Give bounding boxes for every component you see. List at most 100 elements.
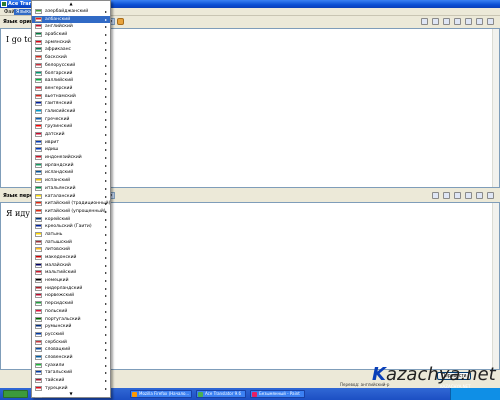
submenu-arrow-icon: ▸ <box>104 378 107 383</box>
language-item[interactable]: английский ▸ <box>32 23 110 31</box>
submenu-arrow-icon: ▸ <box>104 316 107 322</box>
clear-icon[interactable] <box>443 18 450 25</box>
menu-scroll-up[interactable]: ▲ <box>32 1 110 7</box>
flag-icon <box>35 147 42 153</box>
language-item[interactable]: гаитянский ▸ <box>32 100 110 108</box>
copy-icon[interactable] <box>465 192 472 199</box>
source-scrollbar[interactable] <box>492 29 499 187</box>
language-item[interactable]: галисийский ▸ <box>32 108 110 116</box>
flag-icon <box>35 62 42 68</box>
speak-icon[interactable] <box>487 192 494 199</box>
language-item[interactable]: тагальский ▸ <box>32 369 110 377</box>
save-icon[interactable] <box>432 192 439 199</box>
flag-icon <box>35 293 42 299</box>
language-name: македонский <box>45 255 77 260</box>
taskbar-item-firefox[interactable]: Mozilla Firefox (Начало... <box>130 390 192 398</box>
flag-icon <box>35 324 42 330</box>
language-item[interactable]: сербский ▸ <box>32 339 110 347</box>
language-name: вьетнамский <box>45 93 76 99</box>
language-item[interactable]: русский ▸ <box>32 331 110 339</box>
language-item[interactable]: итальянский ▸ <box>32 185 110 193</box>
language-item[interactable]: исландский ▸ <box>32 169 110 177</box>
menu-scroll-down[interactable]: ▼ <box>32 391 110 397</box>
language-name: румынский <box>45 324 72 330</box>
language-item[interactable]: болгарский ▸ <box>32 70 110 78</box>
language-item[interactable]: нидерландский ▸ <box>32 285 110 293</box>
language-item[interactable]: венгерский ▸ <box>32 85 110 93</box>
language-item[interactable]: арабский ▸ <box>32 31 110 39</box>
cut-icon[interactable] <box>454 18 461 25</box>
target-scrollbar[interactable] <box>492 203 499 369</box>
language-item[interactable]: словенский ▸ <box>32 354 110 362</box>
language-name: африкаанс <box>45 47 72 53</box>
taskbar-item-paint[interactable]: Безымянный - Paint <box>250 390 305 398</box>
paste-icon[interactable] <box>476 18 483 25</box>
language-item[interactable]: иврит ▸ <box>32 139 110 147</box>
speak-icon[interactable] <box>487 18 494 25</box>
paste-icon[interactable] <box>476 192 483 199</box>
submenu-arrow-icon: ▸ <box>104 108 107 114</box>
language-item[interactable]: китайский (упрощенный) ▸ <box>32 208 110 216</box>
language-item[interactable]: испанский ▸ <box>32 177 110 185</box>
language-item[interactable]: армянский ▸ <box>32 39 110 47</box>
language-item[interactable]: румынский ▸ <box>32 323 110 331</box>
open-file-icon[interactable] <box>421 18 428 25</box>
language-item[interactable]: польский ▸ <box>32 308 110 316</box>
language-item[interactable]: словацкий ▸ <box>32 346 110 354</box>
cut-icon[interactable] <box>454 192 461 199</box>
language-name: арабский <box>45 32 68 38</box>
language-item[interactable]: баскский ▸ <box>32 54 110 62</box>
language-item[interactable]: немецкий ▸ <box>32 277 110 285</box>
language-item[interactable]: албанский ▸ <box>32 15 110 24</box>
swap-languages-icon[interactable] <box>117 18 124 25</box>
save-icon[interactable] <box>432 18 439 25</box>
language-item[interactable]: корейский ▸ <box>32 216 110 224</box>
submenu-arrow-icon: ▸ <box>104 170 107 176</box>
language-name: грузинский <box>45 124 73 130</box>
start-button[interactable] <box>3 390 28 398</box>
language-item[interactable]: малайский ▸ <box>32 262 110 270</box>
language-name: итальянский <box>45 185 76 191</box>
language-name: польский <box>45 308 68 314</box>
language-item[interactable]: китайский (традиционный) ▸ <box>32 200 110 208</box>
language-item[interactable]: ирландский ▸ <box>32 162 110 170</box>
language-item[interactable]: валлийский ▸ <box>32 77 110 85</box>
language-item[interactable]: латышский ▸ <box>32 239 110 247</box>
flag-icon <box>35 247 42 253</box>
language-item[interactable]: вьетнамский ▸ <box>32 93 110 101</box>
language-name: латышский <box>45 239 72 245</box>
language-item[interactable]: латынь ▸ <box>32 231 110 239</box>
language-item[interactable]: македонский ▸ <box>32 254 110 262</box>
copy-icon[interactable] <box>465 18 472 25</box>
submenu-arrow-icon: ▸ <box>104 385 107 391</box>
language-item[interactable]: белорусский ▸ <box>32 62 110 70</box>
submenu-arrow-icon: ▸ <box>104 93 107 99</box>
language-item[interactable]: мальтийский ▸ <box>32 269 110 277</box>
language-item[interactable]: персидский ▸ <box>32 300 110 308</box>
language-item[interactable]: индонезийский ▸ <box>32 154 110 162</box>
language-item[interactable]: датский ▸ <box>32 131 110 139</box>
language-item[interactable]: каталанский ▸ <box>32 193 110 201</box>
language-item[interactable]: грузинский ▸ <box>32 123 110 131</box>
submenu-arrow-icon: ▸ <box>104 370 107 376</box>
language-item[interactable]: греческий ▸ <box>32 116 110 124</box>
submenu-arrow-icon: ▸ <box>104 247 107 253</box>
submenu-arrow-icon: ▸ <box>104 70 107 76</box>
language-name: валлийский <box>45 78 74 84</box>
language-item[interactable]: креольский (Гаити) ▸ <box>32 223 110 231</box>
language-item[interactable]: идиш ▸ <box>32 146 110 154</box>
language-item[interactable]: литовский ▸ <box>32 246 110 254</box>
language-name: мальтийский <box>45 270 77 276</box>
language-item[interactable]: португальский ▸ <box>32 316 110 324</box>
flag-icon <box>35 339 42 345</box>
language-name: русский <box>45 331 65 337</box>
clear-icon[interactable] <box>443 192 450 199</box>
language-item[interactable]: тайский ▸ <box>32 377 110 385</box>
language-item[interactable]: норвежский ▸ <box>32 292 110 300</box>
language-item[interactable]: африкаанс ▸ <box>32 46 110 54</box>
language-item[interactable]: азербайджанский ▸ <box>32 8 110 16</box>
flag-icon <box>35 85 42 91</box>
taskbar-item-ace-translator[interactable]: Ace Translator 9.6 <box>196 390 246 398</box>
submenu-arrow-icon: ▸ <box>104 231 107 237</box>
language-item[interactable]: суахили ▸ <box>32 362 110 370</box>
